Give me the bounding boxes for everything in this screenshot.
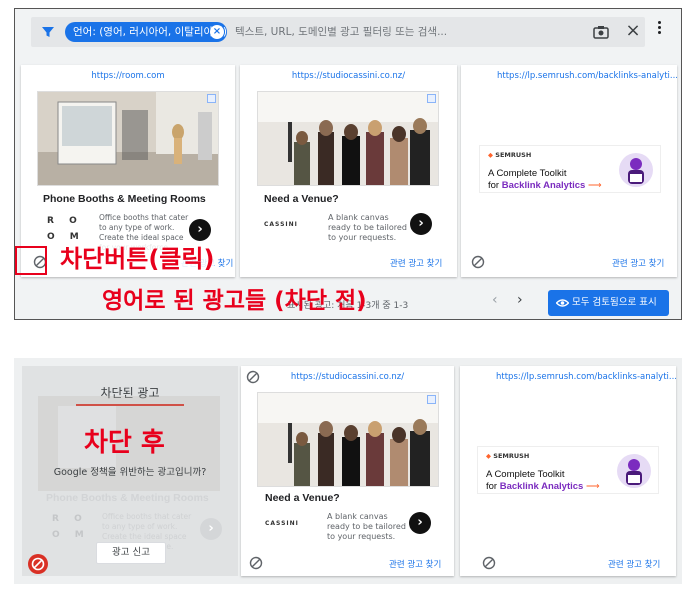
ad-headline: A Complete Toolkit	[486, 469, 565, 480]
language-filter-chip[interactable]: 언어: (영어, 러시아어, 이탈리아어) ×	[65, 22, 227, 42]
filter-bar: 언어: (영어, 러시아어, 이탈리아어) × ×	[31, 17, 645, 47]
camera-icon[interactable]	[593, 25, 609, 39]
ad-body: A blank canvas ready to be tailored to y…	[327, 512, 406, 541]
report-ad-button[interactable]: 광고 신고	[96, 542, 166, 564]
semrush-illustration	[617, 454, 651, 488]
pager-next-icon[interactable]: ›	[517, 292, 523, 308]
ghost-arrow-button: ›	[200, 518, 222, 540]
mark-all-reviewed-button[interactable]: 모두 검토됨으로 표시	[548, 290, 669, 316]
related-ads-link[interactable]: 관련 광고 찾기	[390, 257, 442, 269]
ad-image[interactable]: ◆ SEMRUSH A Complete Toolkit for Backlin…	[479, 145, 661, 193]
ad-image	[257, 91, 439, 186]
search-input[interactable]	[235, 23, 555, 41]
ad-subheadline: for Backlink Analytics ⟶	[488, 180, 602, 191]
close-icon[interactable]: ×	[625, 22, 641, 40]
ad-card-cassini: https://studiocassini.co.nz/ Need a Venu…	[240, 65, 457, 277]
eye-icon	[556, 299, 569, 307]
ad-choices-icon[interactable]	[427, 94, 436, 103]
ad-title[interactable]: Phone Booths & Meeting Rooms	[43, 193, 206, 205]
semrush-logo: ◆ SEMRUSH	[488, 151, 532, 159]
ad-choices-icon[interactable]	[207, 94, 216, 103]
ad-logo: R O O M	[47, 216, 85, 242]
chip-remove-icon[interactable]: ×	[210, 25, 224, 39]
annotation-block-button: 차단버튼(클릭)	[60, 244, 215, 274]
ad-logo: CASSINI	[265, 520, 299, 527]
ad-arrow-button[interactable]: ›	[409, 512, 431, 534]
block-icon[interactable]	[249, 556, 263, 570]
ad-body: A blank canvas ready to be tailored to y…	[328, 213, 407, 242]
ad-card-semrush: https://lp.semrush.com/backlinks-analyti…	[461, 65, 677, 277]
semrush-illustration	[619, 153, 653, 187]
ad-title[interactable]: Need a Venue?	[265, 492, 340, 504]
ad-headline: A Complete Toolkit	[488, 168, 567, 179]
mark-all-reviewed-label: 모두 검토됨으로 표시	[572, 297, 657, 308]
related-ads-link[interactable]: 관련 광고 찾기	[389, 558, 441, 570]
ad-arrow-button[interactable]: ›	[410, 213, 432, 235]
ad-image	[37, 91, 219, 186]
block-button-highlight	[15, 246, 47, 275]
policy-question: Google 정책을 위반하는 광고입니까?	[53, 467, 207, 478]
annotation-after-block: 차단 후	[84, 428, 165, 458]
ad-title[interactable]: Need a Venue?	[264, 193, 339, 205]
ad-choices-icon[interactable]	[427, 395, 436, 404]
ghost-ad-title: Phone Booths & Meeting Rooms	[46, 492, 209, 504]
block-icon[interactable]	[471, 255, 485, 269]
ad-url[interactable]: https://studiocassini.co.nz/	[240, 71, 457, 81]
blocked-ad-card: 차단된 광고 차단 후 Google 정책을 위반하는 광고입니까? Phone…	[22, 366, 238, 576]
ad-logo: CASSINI	[264, 221, 298, 228]
chip-label: 언어: (영어, 러시아어, 이탈리아어)	[73, 26, 227, 38]
unblock-icon[interactable]	[28, 554, 48, 574]
ad-url[interactable]: https://room.com	[21, 71, 235, 81]
ad-card-cassini: https://studiocassini.co.nz/ Need a Venu…	[241, 366, 454, 576]
semrush-logo: ◆ SEMRUSH	[486, 452, 530, 460]
more-vert-icon[interactable]	[657, 21, 663, 39]
related-ads-link[interactable]: 관련 광고 찾기	[608, 558, 660, 570]
ad-image	[257, 392, 439, 487]
ad-url[interactable]: https://lp.semrush.com/backlinks-analyti…	[497, 71, 677, 81]
ad-arrow-button[interactable]: ›	[189, 219, 211, 241]
ad-image[interactable]: ◆ SEMRUSH A Complete Toolkit for Backlin…	[477, 446, 659, 494]
filter-icon[interactable]	[41, 25, 55, 39]
related-ads-link[interactable]: 관련 광고 찾기	[612, 257, 664, 269]
ad-review-panel-after: 차단된 광고 차단 후 Google 정책을 위반하는 광고입니까? Phone…	[14, 358, 682, 584]
ad-card-semrush: https://lp.semrush.com/backlinks-analyti…	[460, 366, 676, 576]
block-icon[interactable]	[482, 556, 496, 570]
pager-prev-icon[interactable]: ‹	[492, 292, 498, 308]
ad-url[interactable]: https://lp.semrush.com/backlinks-analyti…	[496, 372, 676, 382]
ad-subheadline: for Backlink Analytics ⟶	[486, 481, 600, 492]
annotation-english-ads: 영어로 된 광고들 (차단 전)	[102, 288, 367, 314]
ghost-ad-logo: R O O M	[52, 514, 90, 540]
ad-url[interactable]: https://studiocassini.co.nz/	[241, 372, 454, 382]
